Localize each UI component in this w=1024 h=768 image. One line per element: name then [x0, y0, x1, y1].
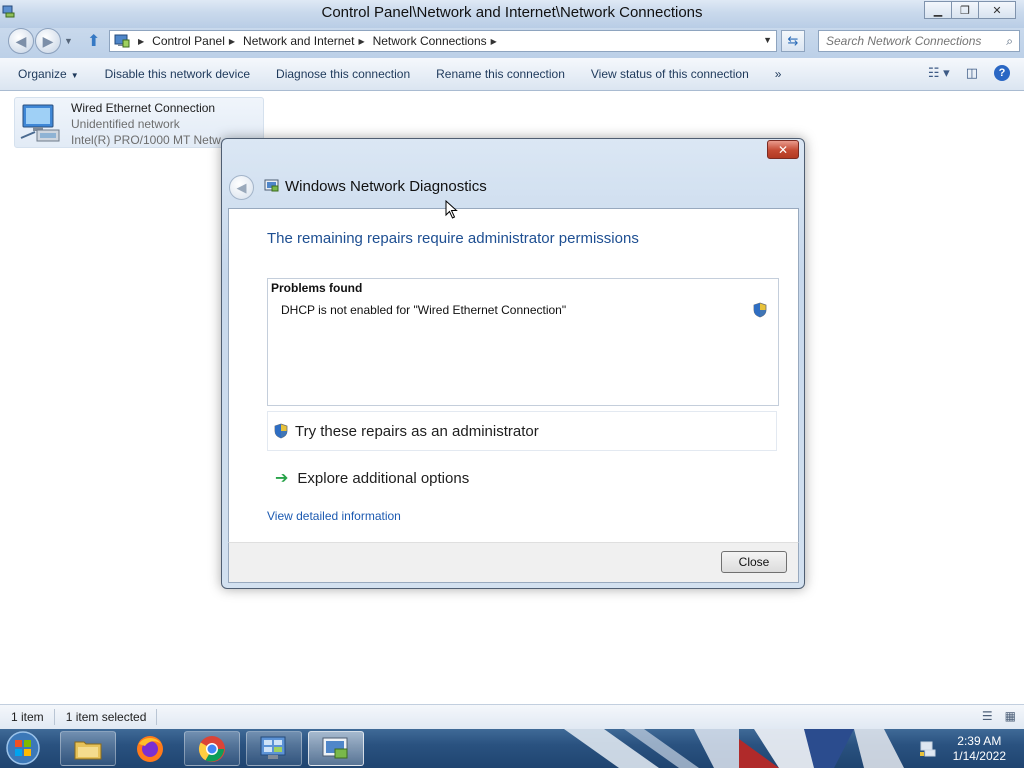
dialog-back-button[interactable]: ◀: [229, 175, 254, 200]
network-diagnostics-icon: [264, 179, 279, 192]
network-adapter-icon: [20, 104, 60, 142]
taskbar: 2:39 AM 1/14/2022: [0, 729, 1024, 768]
view-status-button[interactable]: View status of this connection: [578, 67, 762, 81]
maximize-button[interactable]: ❐: [951, 1, 979, 19]
mouse-pointer-icon: [445, 200, 458, 219]
taskbar-chrome[interactable]: [184, 731, 240, 766]
breadcrumb-separator-icon[interactable]: ▶: [491, 37, 497, 46]
status-bar: 1 item 1 item selected ☰ ▦: [0, 704, 1024, 729]
up-arrow-icon[interactable]: ⬆: [87, 31, 100, 51]
breadcrumb-separator-icon[interactable]: ▶: [229, 37, 235, 46]
breadcrumb-separator-icon[interactable]: ▶: [358, 37, 364, 46]
refresh-icon: ⇆: [787, 33, 799, 48]
breadcrumb-label: Network Connections: [372, 34, 487, 48]
desktop-wallpaper-fragment: [564, 729, 904, 768]
back-arrow-icon: ◀: [236, 179, 247, 195]
control-panel-icon: [260, 736, 286, 759]
help-icon[interactable]: ?: [994, 65, 1010, 81]
connection-adapter: Intel(R) PRO/1000 MT Network C: [71, 133, 221, 147]
taskbar-clock[interactable]: 2:39 AM 1/14/2022: [953, 734, 1006, 764]
control-panel-icon: [114, 34, 130, 48]
organize-menu[interactable]: Organize ▼: [0, 67, 92, 81]
windows-logo-icon: [15, 740, 22, 747]
dialog-heading: The remaining repairs require administra…: [267, 230, 639, 247]
problems-header: Problems found: [271, 281, 363, 295]
rename-connection-button[interactable]: Rename this connection: [423, 67, 578, 81]
window-title: Control Panel\Network and Internet\Netwo…: [321, 4, 703, 21]
details-view-icon[interactable]: ☰: [982, 709, 993, 723]
breadcrumb-label: Control Panel: [152, 34, 225, 48]
firefox-icon: [137, 735, 163, 762]
minimize-button[interactable]: ▁: [924, 1, 952, 19]
dialog-content: The remaining repairs require administra…: [228, 208, 799, 542]
breadcrumb-separator-icon[interactable]: ▶: [138, 37, 144, 46]
explore-options-label: Explore additional options: [297, 469, 470, 487]
window-title-bar: Control Panel\Network and Internet\Netwo…: [0, 0, 1024, 28]
address-bar[interactable]: ▶ Control Panel ▶ Network and Internet ▶ N…: [109, 30, 777, 52]
view-detailed-information-link[interactable]: View detailed information: [267, 509, 401, 523]
recent-pages-dropdown[interactable]: ▼: [64, 36, 73, 46]
breadcrumb-control-panel[interactable]: Control Panel ▶: [152, 34, 243, 48]
try-repairs-label: Try these repairs as an administrator: [295, 422, 539, 440]
back-button[interactable]: ◀: [8, 28, 34, 54]
breadcrumb-label: Network and Internet: [243, 34, 355, 48]
taskbar-control-panel[interactable]: [246, 731, 302, 766]
network-tray-icon[interactable]: [919, 740, 937, 758]
breadcrumb-network-and-internet[interactable]: Network and Internet ▶: [243, 34, 373, 48]
address-dropdown-icon[interactable]: ▼: [763, 35, 772, 45]
minimize-icon: ▁: [933, 4, 943, 17]
forward-button[interactable]: ▶: [35, 28, 61, 54]
close-icon: ✕: [777, 142, 789, 157]
start-button[interactable]: [2, 730, 44, 767]
connection-status: Unidentified network: [71, 117, 180, 131]
green-arrow-icon: ➔: [275, 470, 289, 487]
change-view-icon[interactable]: ☷ ▾: [928, 65, 950, 81]
command-bar: Organize ▼ Disable this network device Di…: [0, 58, 1024, 91]
folder-icon: [74, 741, 102, 759]
taskbar-network-connections[interactable]: [308, 731, 364, 766]
clock-date: 1/14/2022: [952, 748, 1006, 763]
connection-name: Wired Ethernet Connection: [71, 101, 216, 115]
disable-device-button[interactable]: Disable this network device: [92, 67, 263, 81]
preview-pane-icon[interactable]: ◫: [966, 65, 978, 81]
chevron-down-icon: ▼: [70, 71, 79, 80]
problem-item: DHCP is not enabled for "Wired Ethernet …: [281, 303, 567, 317]
search-box[interactable]: ⌕: [818, 30, 1020, 52]
system-tray: 2:39 AM 1/14/2022: [919, 729, 1024, 768]
item-count: 1 item: [0, 709, 55, 725]
explore-options-button[interactable]: ➔ Explore additional options: [275, 468, 469, 488]
search-icon[interactable]: ⌕: [1006, 34, 1013, 49]
clock-time: 2:39 AM: [957, 733, 1002, 748]
uac-shield-icon: [753, 302, 767, 318]
large-icons-view-icon[interactable]: ▦: [1005, 709, 1016, 723]
restore-icon: ❐: [960, 4, 970, 17]
dialog-close-button[interactable]: ✕: [767, 140, 799, 159]
taskbar-firefox[interactable]: [122, 731, 178, 766]
organize-label: Organize: [18, 67, 67, 81]
close-window-button[interactable]: ✕: [978, 1, 1016, 19]
refresh-button[interactable]: ⇆: [781, 30, 805, 52]
network-diagnostics-dialog: ✕ ◀ Windows Network Diagnostics The rema…: [221, 138, 805, 589]
breadcrumb-network-connections[interactable]: Network Connections ▶: [373, 34, 505, 48]
dialog-footer: Close: [228, 542, 799, 583]
close-button[interactable]: Close: [721, 551, 787, 573]
problems-list: Problems found DHCP is not enabled for "…: [267, 278, 779, 406]
search-input[interactable]: [819, 31, 995, 51]
uac-shield-icon: [274, 423, 288, 439]
try-repairs-as-admin-button[interactable]: Try these repairs as an administrator: [267, 411, 777, 451]
dialog-title: Windows Network Diagnostics: [285, 178, 487, 195]
selected-count: 1 item selected: [55, 709, 158, 725]
network-diagnostics-icon: [322, 737, 348, 758]
navigation-bar: ◀ ▶ ▼ ⬆ ▶ Control Panel ▶ Network and Int…: [0, 28, 1024, 58]
diagnose-connection-button[interactable]: Diagnose this connection: [263, 67, 423, 81]
forward-arrow-icon: ▶: [42, 32, 54, 49]
close-icon: ✕: [992, 4, 1002, 17]
taskbar-windows-explorer[interactable]: [60, 731, 116, 766]
back-arrow-icon: ◀: [15, 32, 27, 49]
chrome-icon: [198, 735, 225, 762]
more-commands-button[interactable]: »: [762, 67, 795, 81]
